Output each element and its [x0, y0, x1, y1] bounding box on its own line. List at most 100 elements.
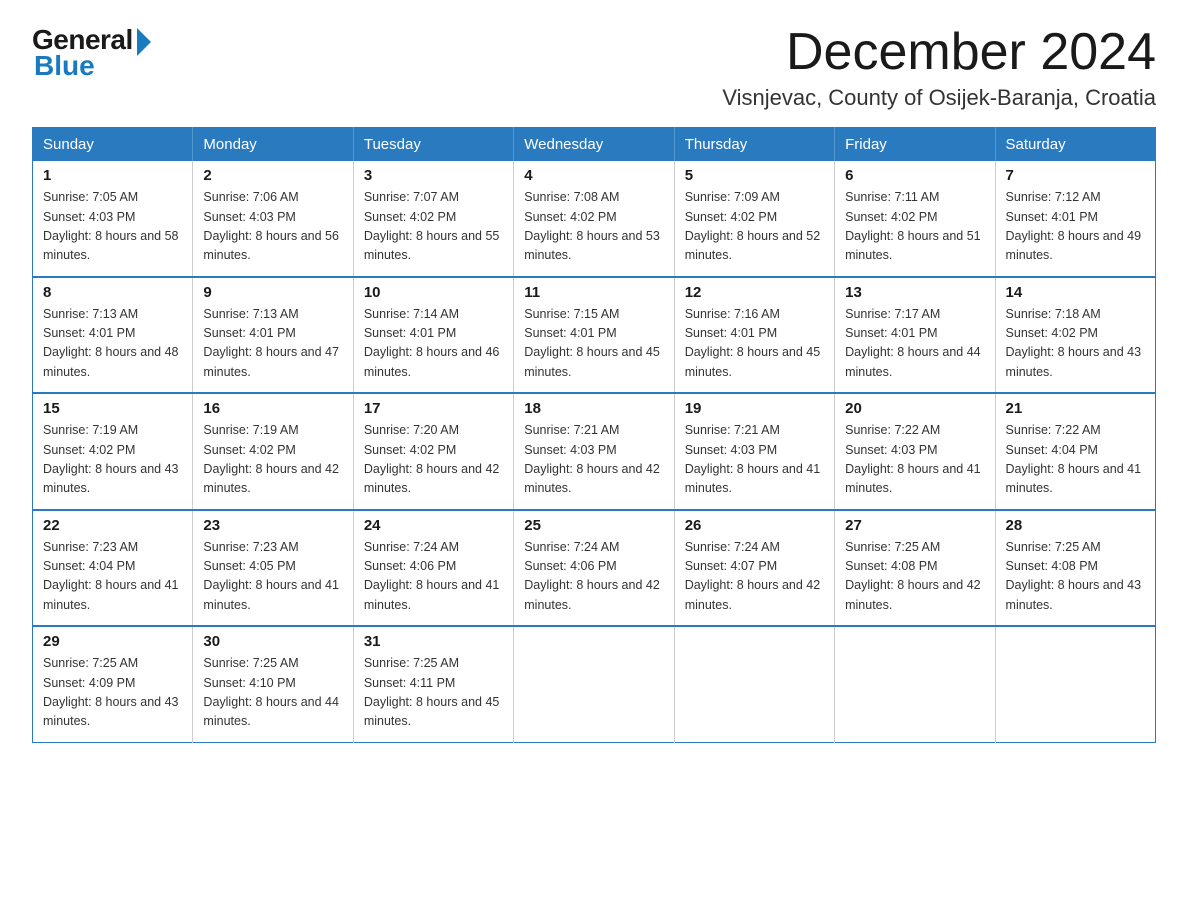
table-row: 15 Sunrise: 7:19 AMSunset: 4:02 PMDaylig… [33, 393, 193, 510]
day-number: 26 [685, 517, 824, 534]
logo: General Blue [32, 24, 151, 82]
day-number: 12 [685, 284, 824, 301]
day-info: Sunrise: 7:06 AMSunset: 4:03 PMDaylight:… [203, 188, 342, 266]
day-info: Sunrise: 7:15 AMSunset: 4:01 PMDaylight:… [524, 305, 663, 383]
day-info: Sunrise: 7:24 AMSunset: 4:06 PMDaylight:… [524, 538, 663, 616]
col-wednesday: Wednesday [514, 128, 674, 162]
day-info: Sunrise: 7:17 AMSunset: 4:01 PMDaylight:… [845, 305, 984, 383]
col-monday: Monday [193, 128, 353, 162]
day-info: Sunrise: 7:16 AMSunset: 4:01 PMDaylight:… [685, 305, 824, 383]
day-info: Sunrise: 7:18 AMSunset: 4:02 PMDaylight:… [1006, 305, 1145, 383]
day-number: 31 [364, 633, 503, 650]
day-info: Sunrise: 7:19 AMSunset: 4:02 PMDaylight:… [203, 421, 342, 499]
page-header: General Blue December 2024 Visnjevac, Co… [32, 24, 1156, 111]
table-row: 16 Sunrise: 7:19 AMSunset: 4:02 PMDaylig… [193, 393, 353, 510]
table-row: 3 Sunrise: 7:07 AMSunset: 4:02 PMDayligh… [353, 161, 513, 277]
day-number: 27 [845, 517, 984, 534]
day-number: 23 [203, 517, 342, 534]
day-info: Sunrise: 7:21 AMSunset: 4:03 PMDaylight:… [524, 421, 663, 499]
day-number: 4 [524, 167, 663, 184]
day-info: Sunrise: 7:21 AMSunset: 4:03 PMDaylight:… [685, 421, 824, 499]
table-row [835, 626, 995, 742]
day-info: Sunrise: 7:07 AMSunset: 4:02 PMDaylight:… [364, 188, 503, 266]
day-info: Sunrise: 7:24 AMSunset: 4:06 PMDaylight:… [364, 538, 503, 616]
day-info: Sunrise: 7:05 AMSunset: 4:03 PMDaylight:… [43, 188, 182, 266]
table-row: 12 Sunrise: 7:16 AMSunset: 4:01 PMDaylig… [674, 277, 834, 394]
table-row: 26 Sunrise: 7:24 AMSunset: 4:07 PMDaylig… [674, 510, 834, 627]
table-row: 27 Sunrise: 7:25 AMSunset: 4:08 PMDaylig… [835, 510, 995, 627]
day-info: Sunrise: 7:22 AMSunset: 4:04 PMDaylight:… [1006, 421, 1145, 499]
calendar-week-row: 1 Sunrise: 7:05 AMSunset: 4:03 PMDayligh… [33, 161, 1156, 277]
logo-arrow-icon [137, 28, 151, 56]
table-row: 1 Sunrise: 7:05 AMSunset: 4:03 PMDayligh… [33, 161, 193, 277]
table-row: 30 Sunrise: 7:25 AMSunset: 4:10 PMDaylig… [193, 626, 353, 742]
day-number: 2 [203, 167, 342, 184]
day-number: 29 [43, 633, 182, 650]
day-number: 22 [43, 517, 182, 534]
table-row: 25 Sunrise: 7:24 AMSunset: 4:06 PMDaylig… [514, 510, 674, 627]
day-info: Sunrise: 7:13 AMSunset: 4:01 PMDaylight:… [203, 305, 342, 383]
day-info: Sunrise: 7:20 AMSunset: 4:02 PMDaylight:… [364, 421, 503, 499]
logo-blue-text: Blue [32, 50, 95, 82]
table-row: 29 Sunrise: 7:25 AMSunset: 4:09 PMDaylig… [33, 626, 193, 742]
day-info: Sunrise: 7:22 AMSunset: 4:03 PMDaylight:… [845, 421, 984, 499]
day-number: 8 [43, 284, 182, 301]
table-row: 14 Sunrise: 7:18 AMSunset: 4:02 PMDaylig… [995, 277, 1155, 394]
day-number: 6 [845, 167, 984, 184]
day-number: 3 [364, 167, 503, 184]
day-info: Sunrise: 7:25 AMSunset: 4:11 PMDaylight:… [364, 654, 503, 732]
calendar-week-row: 22 Sunrise: 7:23 AMSunset: 4:04 PMDaylig… [33, 510, 1156, 627]
calendar-week-row: 15 Sunrise: 7:19 AMSunset: 4:02 PMDaylig… [33, 393, 1156, 510]
table-row: 20 Sunrise: 7:22 AMSunset: 4:03 PMDaylig… [835, 393, 995, 510]
day-number: 18 [524, 400, 663, 417]
day-info: Sunrise: 7:23 AMSunset: 4:04 PMDaylight:… [43, 538, 182, 616]
day-number: 28 [1006, 517, 1145, 534]
col-friday: Friday [835, 128, 995, 162]
title-section: December 2024 Visnjevac, County of Osije… [722, 24, 1156, 111]
day-number: 21 [1006, 400, 1145, 417]
location-text: Visnjevac, County of Osijek-Baranja, Cro… [722, 85, 1156, 111]
day-number: 25 [524, 517, 663, 534]
table-row: 10 Sunrise: 7:14 AMSunset: 4:01 PMDaylig… [353, 277, 513, 394]
day-info: Sunrise: 7:19 AMSunset: 4:02 PMDaylight:… [43, 421, 182, 499]
day-number: 19 [685, 400, 824, 417]
table-row: 18 Sunrise: 7:21 AMSunset: 4:03 PMDaylig… [514, 393, 674, 510]
table-row: 31 Sunrise: 7:25 AMSunset: 4:11 PMDaylig… [353, 626, 513, 742]
table-row [674, 626, 834, 742]
table-row: 19 Sunrise: 7:21 AMSunset: 4:03 PMDaylig… [674, 393, 834, 510]
table-row: 9 Sunrise: 7:13 AMSunset: 4:01 PMDayligh… [193, 277, 353, 394]
day-info: Sunrise: 7:25 AMSunset: 4:09 PMDaylight:… [43, 654, 182, 732]
day-info: Sunrise: 7:25 AMSunset: 4:10 PMDaylight:… [203, 654, 342, 732]
col-sunday: Sunday [33, 128, 193, 162]
day-number: 13 [845, 284, 984, 301]
table-row [514, 626, 674, 742]
day-info: Sunrise: 7:11 AMSunset: 4:02 PMDaylight:… [845, 188, 984, 266]
calendar-table: Sunday Monday Tuesday Wednesday Thursday… [32, 127, 1156, 743]
day-number: 10 [364, 284, 503, 301]
day-info: Sunrise: 7:25 AMSunset: 4:08 PMDaylight:… [845, 538, 984, 616]
day-number: 9 [203, 284, 342, 301]
table-row: 21 Sunrise: 7:22 AMSunset: 4:04 PMDaylig… [995, 393, 1155, 510]
day-number: 30 [203, 633, 342, 650]
table-row: 17 Sunrise: 7:20 AMSunset: 4:02 PMDaylig… [353, 393, 513, 510]
month-title: December 2024 [722, 24, 1156, 81]
calendar-week-row: 8 Sunrise: 7:13 AMSunset: 4:01 PMDayligh… [33, 277, 1156, 394]
table-row [995, 626, 1155, 742]
day-info: Sunrise: 7:24 AMSunset: 4:07 PMDaylight:… [685, 538, 824, 616]
col-thursday: Thursday [674, 128, 834, 162]
col-tuesday: Tuesday [353, 128, 513, 162]
calendar-header-row: Sunday Monday Tuesday Wednesday Thursday… [33, 128, 1156, 162]
day-number: 16 [203, 400, 342, 417]
day-info: Sunrise: 7:08 AMSunset: 4:02 PMDaylight:… [524, 188, 663, 266]
table-row: 2 Sunrise: 7:06 AMSunset: 4:03 PMDayligh… [193, 161, 353, 277]
col-saturday: Saturday [995, 128, 1155, 162]
day-number: 14 [1006, 284, 1145, 301]
day-info: Sunrise: 7:13 AMSunset: 4:01 PMDaylight:… [43, 305, 182, 383]
day-number: 7 [1006, 167, 1145, 184]
day-info: Sunrise: 7:23 AMSunset: 4:05 PMDaylight:… [203, 538, 342, 616]
day-number: 5 [685, 167, 824, 184]
table-row: 23 Sunrise: 7:23 AMSunset: 4:05 PMDaylig… [193, 510, 353, 627]
day-info: Sunrise: 7:12 AMSunset: 4:01 PMDaylight:… [1006, 188, 1145, 266]
day-number: 15 [43, 400, 182, 417]
table-row: 7 Sunrise: 7:12 AMSunset: 4:01 PMDayligh… [995, 161, 1155, 277]
